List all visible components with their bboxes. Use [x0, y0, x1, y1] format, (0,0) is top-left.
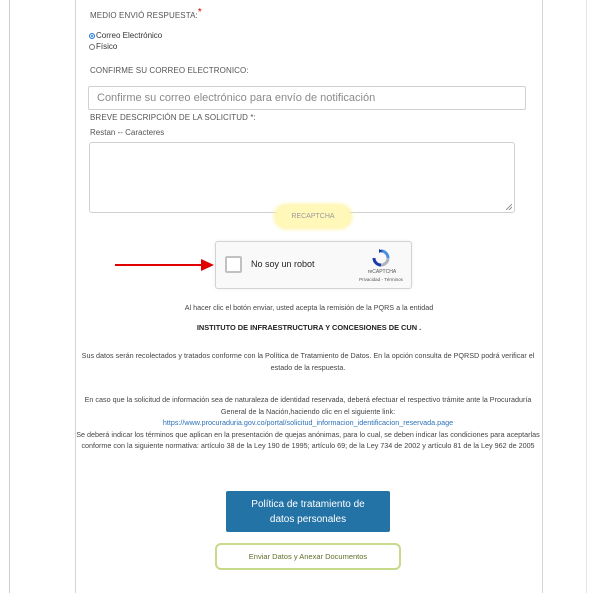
data-policy-button[interactable]: Política de tratamiento de datos persona…	[226, 491, 390, 532]
radio-correo-button[interactable]	[89, 32, 95, 39]
recaptcha-privacy-links[interactable]: Privacidad - Términos	[353, 277, 409, 282]
recaptcha-pill-label: reCAPTCHA	[291, 213, 335, 220]
remaining-characters: Restan -- Caracteres	[90, 128, 165, 137]
reserved-identity-text: En caso que la solicitud de información …	[84, 395, 532, 416]
medio-envio-label: MEDIO ENVIÓ RESPUESTA:*	[90, 7, 202, 21]
recaptcha-widget: No soy un robot reCAPTCHA Privacidad - T…	[215, 241, 412, 289]
required-mark: *	[197, 7, 202, 18]
radio-correo-label: Correo Electrónico	[96, 31, 163, 40]
data-policy-text: Sus datos serán recolectados y tratados …	[81, 351, 535, 372]
institute-name: INSTITUTO DE INFRAESTRUCTURA Y CONCESION…	[196, 323, 422, 332]
page-edge-right	[586, 0, 587, 593]
page-edge-left	[9, 0, 10, 593]
procuraduria-link[interactable]: https://www.procuraduria.gov.co/portal/s…	[72, 417, 544, 429]
confirm-email-input[interactable]: Confirme su correo electrónico para enví…	[88, 86, 526, 110]
radio-option-fisico[interactable]: Físico	[89, 42, 117, 51]
medio-envio-label-text: MEDIO ENVIÓ RESPUESTA:	[90, 11, 198, 20]
recaptcha-brand: reCAPTCHA	[367, 269, 397, 275]
submit-button[interactable]: Enviar Datos y Anexar Documentos	[215, 543, 401, 570]
radio-option-correo[interactable]: Correo Electrónico	[89, 31, 162, 40]
description-label: BREVE DESCRIPCIÓN DE LA SOLICITUD *:	[90, 113, 256, 122]
description-textarea[interactable]	[89, 142, 515, 213]
confirm-email-placeholder: Confirme su correo electrónico para enví…	[97, 92, 376, 104]
recaptcha-logo-icon	[372, 249, 390, 267]
submit-button-label: Enviar Datos y Anexar Documentos	[248, 552, 368, 561]
radio-fisico-button[interactable]	[89, 43, 95, 50]
red-arrow-icon	[115, 259, 214, 271]
anonymous-complaints-text: Se deberá indicar los términos que aplic…	[76, 429, 540, 451]
accept-notice: Al hacer clic el botón enviar, usted ace…	[184, 303, 434, 312]
recaptcha-pill: reCAPTCHA	[276, 206, 350, 227]
recaptcha-checkbox[interactable]	[225, 256, 242, 273]
reserved-identity-block: En caso que la solicitud de información …	[72, 394, 544, 452]
recaptcha-checkbox-label: No soy un robot	[251, 259, 315, 269]
radio-fisico-label: Físico	[96, 42, 118, 51]
confirm-email-label: CONFIRME SU CORREO ELECTRONICO:	[90, 66, 249, 75]
data-policy-button-label: Política de tratamiento de datos persona…	[251, 498, 365, 525]
resize-grip-icon[interactable]	[506, 204, 512, 210]
